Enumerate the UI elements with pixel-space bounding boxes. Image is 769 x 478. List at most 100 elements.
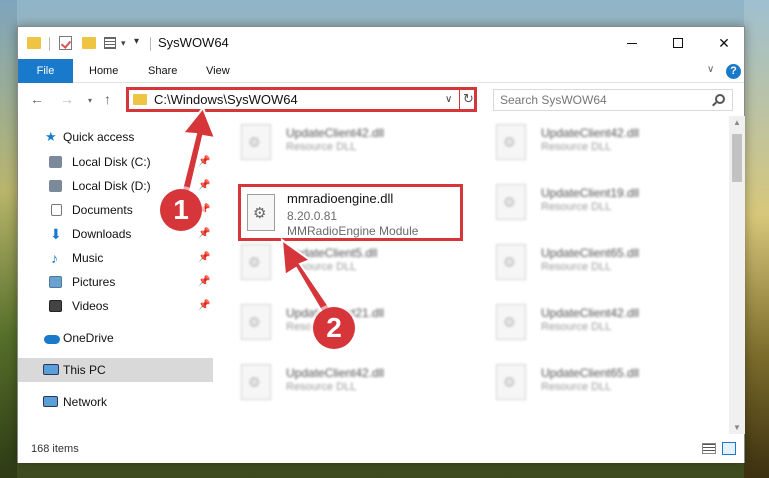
sidebar-item-quick-access[interactable]: ★ Quick access	[18, 125, 213, 149]
tab-share[interactable]: Share	[148, 59, 177, 83]
sidebar-item-label: Network	[63, 395, 108, 409]
pin-icon[interactable]: 📌	[198, 294, 210, 318]
minimize-button[interactable]	[609, 27, 655, 59]
sidebar-item-label: Local Disk (C:)	[72, 155, 151, 169]
sidebar-item-label: This PC	[63, 363, 106, 377]
search-placeholder: Search SysWOW64	[500, 93, 607, 107]
tab-home[interactable]: Home	[89, 59, 118, 83]
tab-view[interactable]: View	[206, 59, 230, 83]
list-item[interactable]: UpdateClient42.dll Resource DLL	[478, 296, 713, 344]
address-dropdown-icon[interactable]: ∨	[445, 94, 452, 105]
close-button[interactable]: ✕	[701, 27, 747, 59]
file-description: MMRadioEngine Module	[287, 224, 419, 238]
cloud-icon	[44, 335, 60, 344]
recent-locations-icon[interactable]: ▾	[88, 96, 92, 105]
file-description: Resource DLL	[541, 201, 612, 213]
file-name: UpdateClient19.dll	[541, 186, 640, 200]
scroll-down-icon[interactable]: ▼	[733, 423, 741, 432]
file-explorer-window: ▾ ▾ SysWOW64 ✕ File Home Share View ∨ ? …	[17, 26, 745, 463]
scrollbar-thumb[interactable]	[732, 134, 742, 182]
file-name: UpdateClient5.dll	[286, 246, 378, 260]
dll-file-icon	[496, 244, 526, 280]
list-item[interactable]: UpdateClient65.dll Resource DLL	[478, 356, 713, 404]
drive-icon	[49, 180, 62, 192]
list-item[interactable]: UpdateClient42.dll Resource DLL	[223, 116, 458, 164]
up-arrow-icon[interactable]: ↑	[104, 91, 111, 107]
pin-icon[interactable]: 📌	[198, 150, 210, 174]
search-icon[interactable]	[715, 94, 725, 104]
help-icon[interactable]: ?	[726, 64, 741, 79]
close-icon: ✕	[718, 34, 730, 51]
callout-step-2: 2	[313, 307, 355, 349]
sidebar-item-local-disk-c[interactable]: Local Disk (C:) 📌	[18, 150, 213, 174]
back-arrow-icon[interactable]: ←	[30, 91, 44, 107]
list-item[interactable]: UpdateClient19.dll Resource DLL	[478, 176, 713, 224]
forward-arrow-icon[interactable]: →	[60, 91, 74, 107]
expand-ribbon-icon[interactable]: ∨	[707, 64, 714, 75]
customize-toolbar-icon[interactable]: ▾	[134, 36, 139, 52]
search-input[interactable]: Search SysWOW64	[493, 89, 733, 111]
file-name: mmradioengine.dll	[287, 191, 394, 206]
sidebar-item-network[interactable]: Network	[18, 390, 213, 414]
tiles-view-icon[interactable]	[722, 442, 736, 455]
file-description: Resource DLL	[286, 381, 357, 393]
vertical-scrollbar[interactable]: ▲ ▼	[729, 116, 745, 434]
list-item[interactable]: UpdateClient42.dll Resource DLL	[478, 116, 713, 164]
scroll-up-icon[interactable]: ▲	[733, 118, 741, 127]
toolbar-divider	[49, 37, 50, 51]
refresh-icon[interactable]: ↻	[459, 87, 477, 112]
sidebar-item-label: OneDrive	[63, 331, 114, 345]
file-description: Resource DLL	[541, 381, 612, 393]
list-item[interactable]: UpdateClient42.dll Resource DLL	[223, 356, 458, 404]
maximize-button[interactable]	[655, 27, 701, 59]
sidebar-item-videos[interactable]: Videos 📌	[18, 294, 213, 318]
file-version: 8.20.0.81	[287, 209, 338, 223]
pin-icon[interactable]: 📌	[198, 246, 210, 270]
dll-file-icon	[241, 364, 271, 400]
film-icon	[49, 300, 62, 312]
pin-icon[interactable]: 📌	[198, 270, 210, 294]
pin-icon[interactable]: 📌	[198, 174, 210, 198]
new-folder-icon[interactable]	[82, 37, 96, 49]
minimize-icon	[627, 42, 637, 44]
download-arrow-icon: ⬇	[50, 226, 62, 242]
chevron-down-icon[interactable]: ▾	[121, 38, 126, 54]
address-path[interactable]: C:\Windows\SysWOW64	[154, 92, 298, 107]
sidebar-item-this-pc[interactable]: This PC	[18, 358, 213, 382]
title-bar: ▾ ▾ SysWOW64 ✕	[18, 27, 744, 59]
file-name: UpdateClient42.dll	[541, 126, 640, 140]
status-bar: 168 items	[18, 434, 744, 463]
file-description: Resource DLL	[286, 261, 357, 273]
dll-file-icon	[496, 124, 526, 160]
sidebar-item-music[interactable]: ♪ Music 📌	[18, 246, 213, 270]
file-name: UpdateClient42.dll	[541, 306, 640, 320]
rename-icon[interactable]	[104, 37, 116, 49]
address-bar[interactable]: C:\Windows\SysWOW64 ∨ ↻	[126, 87, 477, 112]
dll-file-icon	[496, 364, 526, 400]
tab-file[interactable]: File	[18, 59, 73, 83]
sidebar-item-label: Pictures	[72, 275, 116, 289]
ribbon-tabs: File Home Share View ∨ ?	[18, 59, 744, 83]
folder-icon	[133, 94, 147, 105]
pictures-icon	[49, 276, 62, 288]
sidebar-item-pictures[interactable]: Pictures 📌	[18, 270, 213, 294]
file-description: Resource DLL	[541, 261, 612, 273]
sidebar-item-label: Quick access	[63, 130, 135, 144]
document-icon	[51, 204, 62, 216]
dll-file-icon	[247, 194, 275, 231]
dll-file-icon	[496, 304, 526, 340]
window-title: SysWOW64	[158, 35, 229, 50]
file-name: UpdateClient42.dll	[286, 366, 385, 380]
folder-icon	[27, 37, 41, 49]
navigation-pane: ★ Quick access Local Disk (C:) 📌 Local D…	[18, 116, 213, 434]
list-item[interactable]: UpdateClient5.dll Resource DLL	[223, 236, 458, 284]
sidebar-item-label: Local Disk (D:)	[72, 179, 151, 193]
sidebar-item-onedrive[interactable]: OneDrive	[18, 326, 213, 350]
details-view-icon[interactable]	[702, 443, 716, 454]
properties-check-icon[interactable]	[59, 36, 72, 50]
toolbar-divider	[150, 37, 151, 51]
pin-icon[interactable]: 📌	[198, 222, 210, 246]
list-item[interactable]: UpdateClient65.dll Resource DLL	[478, 236, 713, 284]
drive-icon	[49, 156, 62, 168]
highlighted-file-item[interactable]: mmradioengine.dll 8.20.0.81 MMRadioEngin…	[238, 184, 463, 241]
